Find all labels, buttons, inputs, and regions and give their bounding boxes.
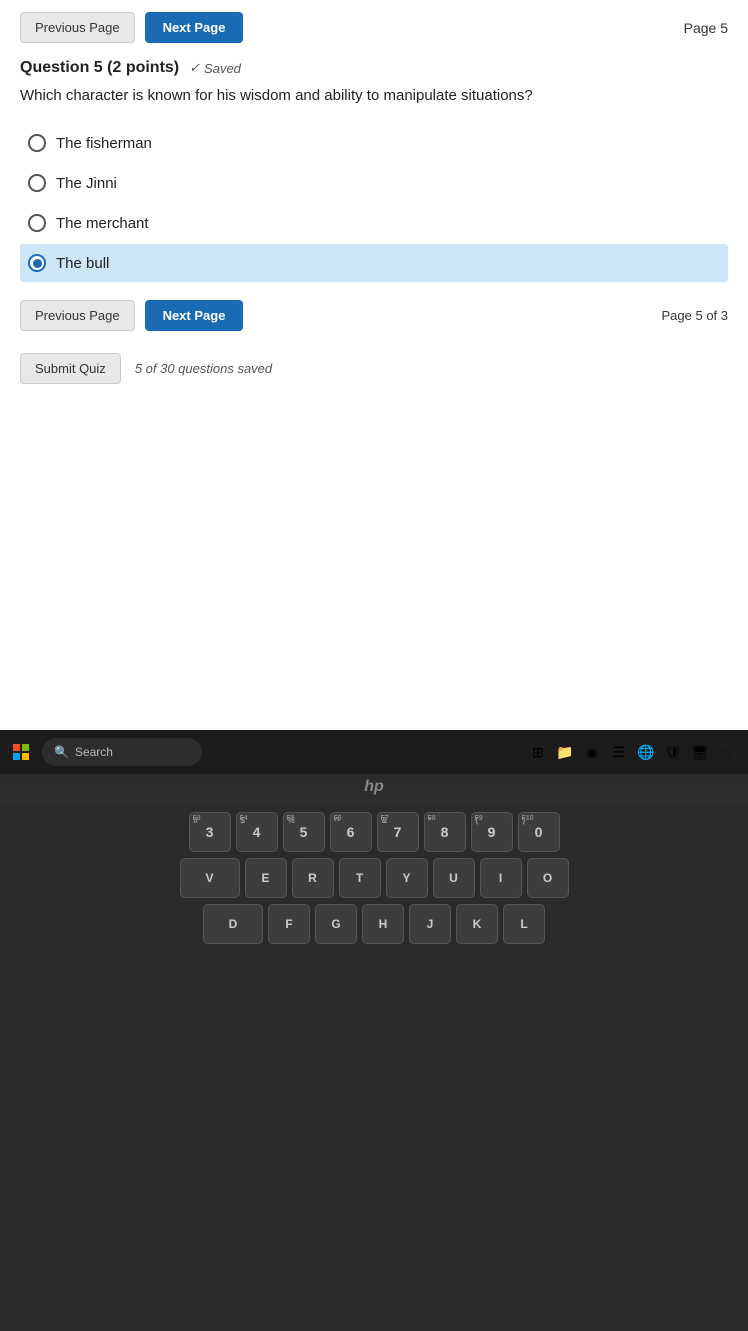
- top-nav: Previous Page Next Page Page 5: [20, 12, 728, 43]
- taskbar-icons: ⊞ 📁 ◉ ☰ 🌐 🛡 🖥 ◌: [527, 741, 738, 763]
- key-o[interactable]: O: [527, 858, 569, 898]
- key-u[interactable]: U: [433, 858, 475, 898]
- key-8[interactable]: F8*8: [424, 812, 466, 852]
- key-v[interactable]: V: [180, 858, 240, 898]
- key-d[interactable]: D: [203, 904, 263, 944]
- taskbar-search-icon: 🔍: [54, 745, 69, 759]
- key-7[interactable]: F7&7: [377, 812, 419, 852]
- page-indicator-top: Page 5: [684, 20, 728, 36]
- taskbar-search-text: Search: [75, 745, 113, 759]
- key-j[interactable]: J: [409, 904, 451, 944]
- question-header: Question 5 (2 points) ✓ Saved: [20, 59, 728, 77]
- option-fisherman[interactable]: The fisherman: [20, 124, 728, 162]
- option-jinni-label: The Jinni: [56, 175, 117, 192]
- keyboard-row-qwerty: V E R T Y U I O: [20, 858, 728, 898]
- submit-section: Submit Quiz 5 of 30 questions saved: [20, 353, 728, 384]
- key-t[interactable]: T: [339, 858, 381, 898]
- taskbar-icon-edge[interactable]: ◉: [581, 741, 603, 763]
- taskbar-icon-widgets[interactable]: ⊞: [527, 741, 549, 763]
- radio-merchant: [28, 214, 46, 232]
- next-page-button-top[interactable]: Next Page: [145, 12, 244, 43]
- key-y[interactable]: Y: [386, 858, 428, 898]
- quiz-container: Previous Page Next Page Page 5 Question …: [0, 0, 748, 730]
- taskbar-icon-hp[interactable]: 🖥: [689, 741, 711, 763]
- option-bull[interactable]: The bull: [20, 244, 728, 282]
- keyboard-row-home: D F G H J K L: [20, 904, 728, 944]
- key-g[interactable]: G: [315, 904, 357, 944]
- submit-quiz-button[interactable]: Submit Quiz: [20, 353, 121, 384]
- taskbar-icon-store[interactable]: ☰: [608, 741, 630, 763]
- submit-info: 5 of 30 questions saved: [135, 361, 272, 376]
- key-i[interactable]: I: [480, 858, 522, 898]
- saved-badge: ✓ Saved: [189, 60, 241, 76]
- key-0[interactable]: F10)0: [518, 812, 560, 852]
- radio-jinni: [28, 174, 46, 192]
- key-r[interactable]: R: [292, 858, 334, 898]
- taskbar-icon-folder[interactable]: 📁: [554, 741, 576, 763]
- key-l[interactable]: L: [503, 904, 545, 944]
- keyboard-row-numbers: F3#3 F4$4 F5%5 F6^6 F7&7 F8*8 F9(9 F10)0: [20, 812, 728, 852]
- taskbar-search-box[interactable]: 🔍 Search: [42, 738, 202, 766]
- taskbar-icon-globe[interactable]: 🌐: [635, 741, 657, 763]
- option-jinni[interactable]: The Jinni: [20, 164, 728, 202]
- key-6[interactable]: F6^6: [330, 812, 372, 852]
- key-4[interactable]: F4$4: [236, 812, 278, 852]
- key-k[interactable]: K: [456, 904, 498, 944]
- prev-page-button-bottom[interactable]: Previous Page: [20, 300, 135, 331]
- key-f[interactable]: F: [268, 904, 310, 944]
- bottom-nav: Previous Page Next Page Page 5 of 3: [20, 300, 728, 331]
- windows-icon[interactable]: [10, 741, 32, 763]
- laptop-bezel-bottom: hp F3#3 F4$4 F5%5 F6^6 F7&7 F8*8 F9(9 F1…: [0, 774, 748, 1331]
- bottom-nav-left: Previous Page Next Page: [20, 300, 243, 331]
- radio-fisherman: [28, 134, 46, 152]
- check-icon: ✓: [189, 60, 200, 76]
- screen: Previous Page Next Page Page 5 Question …: [0, 0, 748, 730]
- keyboard-area: F3#3 F4$4 F5%5 F6^6 F7&7 F8*8 F9(9 F10)0…: [0, 804, 748, 1331]
- key-5[interactable]: F5%5: [283, 812, 325, 852]
- option-bull-label: The bull: [56, 255, 109, 272]
- next-page-button-bottom[interactable]: Next Page: [145, 300, 244, 331]
- options-list: The fisherman The Jinni The merchant The…: [20, 124, 728, 282]
- key-3[interactable]: F3#3: [189, 812, 231, 852]
- prev-page-button-top[interactable]: Previous Page: [20, 12, 135, 43]
- option-merchant-label: The merchant: [56, 215, 149, 232]
- option-fisherman-label: The fisherman: [56, 135, 152, 152]
- key-h[interactable]: H: [362, 904, 404, 944]
- radio-bull: [28, 254, 46, 272]
- page-indicator-bottom: Page 5 of 3: [662, 308, 729, 323]
- key-e[interactable]: E: [245, 858, 287, 898]
- taskbar-icon-shield[interactable]: 🛡: [662, 741, 684, 763]
- key-9[interactable]: F9(9: [471, 812, 513, 852]
- question-title: Question 5 (2 points): [20, 59, 179, 77]
- top-nav-left: Previous Page Next Page: [20, 12, 243, 43]
- question-text: Which character is known for his wisdom …: [20, 85, 728, 106]
- taskbar: 🔍 Search ⊞ 📁 ◉ ☰ 🌐 🛡 🖥 ◌: [0, 730, 748, 774]
- option-merchant[interactable]: The merchant: [20, 204, 728, 242]
- taskbar-icon-chrome[interactable]: ◌: [716, 741, 738, 763]
- hp-logo: hp: [364, 778, 384, 796]
